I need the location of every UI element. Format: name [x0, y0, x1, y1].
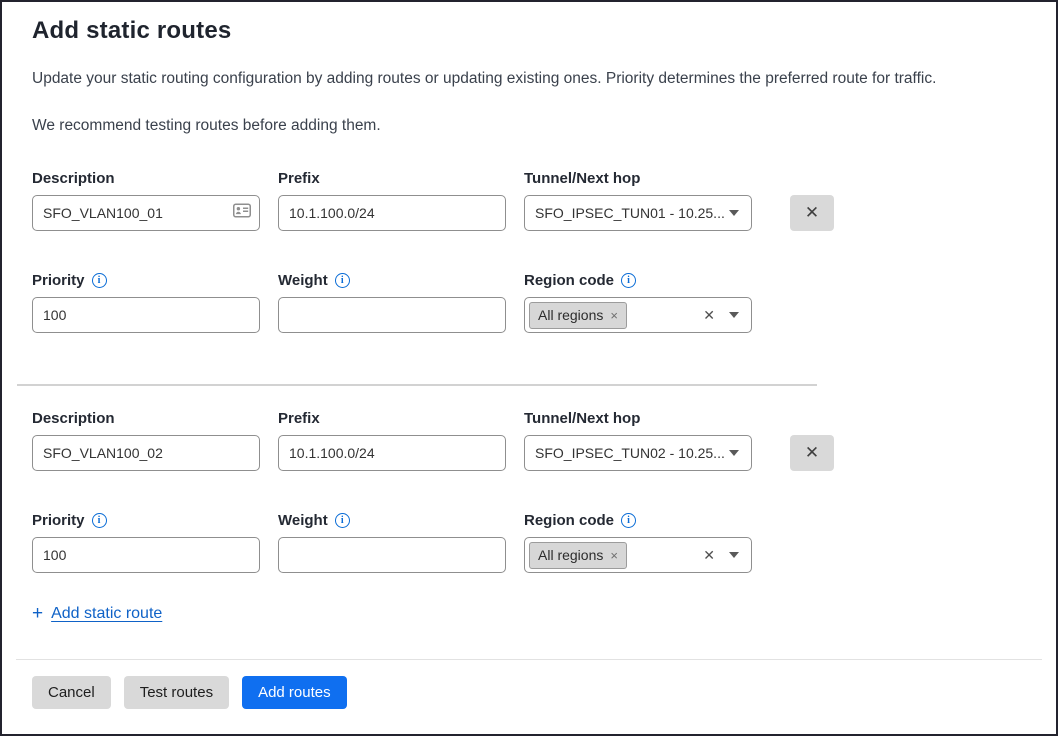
region-tag: All regions × — [529, 542, 627, 569]
add-static-route-link[interactable]: + Add static route — [32, 604, 162, 623]
priority-field-group: Priority i — [32, 510, 260, 573]
priority-input[interactable] — [32, 537, 260, 573]
info-icon[interactable]: i — [621, 273, 636, 288]
description-field-group: Description — [32, 168, 260, 231]
prefix-field-group: Prefix — [278, 168, 506, 231]
region-label: Region code i — [524, 510, 752, 531]
page-title: Add static routes — [32, 17, 1026, 45]
recommendation-text: We recommend testing routes before addin… — [32, 117, 1026, 135]
intro-text: Update your static routing configuration… — [32, 70, 1026, 88]
chevron-down-icon — [729, 210, 739, 216]
remove-tag-icon[interactable]: × — [610, 548, 618, 563]
cancel-button[interactable]: Cancel — [32, 676, 111, 709]
description-label: Description — [32, 168, 260, 189]
region-multiselect[interactable]: All regions × ✕ — [524, 537, 752, 573]
remove-route-button[interactable]: ✕ — [790, 435, 834, 471]
clear-selection-icon[interactable]: ✕ — [703, 547, 715, 564]
region-tag-label: All regions — [538, 307, 603, 323]
info-icon[interactable]: i — [92, 273, 107, 288]
description-label: Description — [32, 408, 260, 429]
region-tag: All regions × — [529, 302, 627, 329]
weight-field-group: Weight i — [278, 270, 506, 333]
info-icon[interactable]: i — [621, 513, 636, 528]
chevron-down-icon — [729, 552, 739, 558]
weight-field-group: Weight i — [278, 510, 506, 573]
weight-label: Weight i — [278, 510, 506, 531]
info-icon[interactable]: i — [335, 273, 350, 288]
description-input[interactable] — [32, 195, 260, 231]
static-routes-form: Description — [32, 168, 1026, 623]
tunnel-field-group: Tunnel/Next hop SFO_IPSEC_TUN01 - 10.25.… — [524, 168, 752, 231]
close-icon: ✕ — [805, 203, 819, 223]
footer-actions: Cancel Test routes Add routes — [32, 676, 1026, 709]
priority-label: Priority i — [32, 270, 260, 291]
route-group-2: Description Prefix Tunnel/Next hop SFO_I… — [32, 408, 1026, 573]
chevron-down-icon — [729, 312, 739, 318]
region-multiselect[interactable]: All regions × ✕ — [524, 297, 752, 333]
add-static-routes-dialog: Add static routes Update your static rou… — [0, 0, 1058, 736]
description-input[interactable] — [32, 435, 260, 471]
add-routes-button[interactable]: Add routes — [242, 676, 347, 709]
prefix-input[interactable] — [278, 195, 506, 231]
tunnel-select[interactable]: SFO_IPSEC_TUN01 - 10.25... — [524, 195, 752, 231]
info-icon[interactable]: i — [335, 513, 350, 528]
weight-input[interactable] — [278, 297, 506, 333]
prefix-label: Prefix — [278, 408, 506, 429]
region-label: Region code i — [524, 270, 752, 291]
tunnel-select-value: SFO_IPSEC_TUN01 - 10.25... — [535, 205, 725, 221]
clear-selection-icon[interactable]: ✕ — [703, 307, 715, 324]
weight-label: Weight i — [278, 270, 506, 291]
priority-label: Priority i — [32, 510, 260, 531]
close-icon: ✕ — [805, 443, 819, 463]
prefix-label: Prefix — [278, 168, 506, 189]
test-routes-button[interactable]: Test routes — [124, 676, 229, 709]
section-divider — [17, 384, 817, 386]
region-field-group: Region code i All regions × ✕ — [524, 510, 752, 573]
plus-icon: + — [32, 604, 43, 623]
footer-divider — [16, 659, 1042, 660]
priority-input[interactable] — [32, 297, 260, 333]
region-tag-label: All regions — [538, 547, 603, 563]
tunnel-field-group: Tunnel/Next hop SFO_IPSEC_TUN02 - 10.25.… — [524, 408, 752, 471]
weight-input[interactable] — [278, 537, 506, 573]
prefix-input[interactable] — [278, 435, 506, 471]
info-icon[interactable]: i — [92, 513, 107, 528]
priority-field-group: Priority i — [32, 270, 260, 333]
prefix-field-group: Prefix — [278, 408, 506, 471]
region-field-group: Region code i All regions × ✕ — [524, 270, 752, 333]
remove-route-button[interactable]: ✕ — [790, 195, 834, 231]
route-group-1: Description — [32, 168, 1026, 333]
tunnel-label: Tunnel/Next hop — [524, 168, 752, 189]
add-static-route-label: Add static route — [51, 605, 162, 623]
description-field-group: Description — [32, 408, 260, 471]
remove-tag-icon[interactable]: × — [610, 308, 618, 323]
tunnel-select-value: SFO_IPSEC_TUN02 - 10.25... — [535, 445, 725, 461]
chevron-down-icon — [729, 450, 739, 456]
tunnel-select[interactable]: SFO_IPSEC_TUN02 - 10.25... — [524, 435, 752, 471]
tunnel-label: Tunnel/Next hop — [524, 408, 752, 429]
